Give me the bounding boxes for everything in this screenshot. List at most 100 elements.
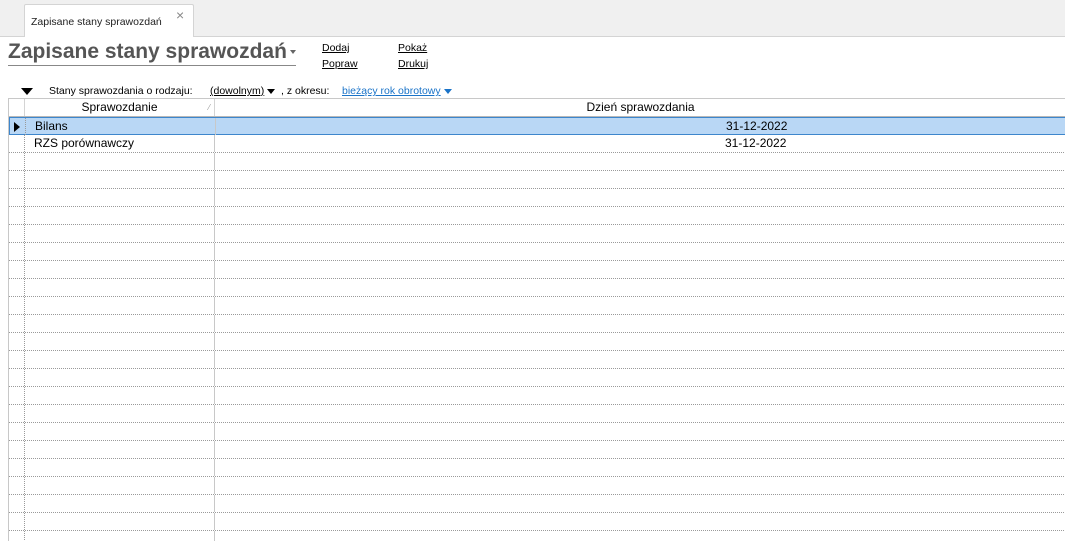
cell-dzien-sprawozdania[interactable] [215,333,1065,350]
table-row[interactable]: RZS porównawczy 31-12-2022 [9,135,1065,153]
cell-dzien-sprawozdania[interactable] [215,297,1065,314]
table-row[interactable] [9,531,1065,541]
table-row[interactable] [9,495,1065,513]
row-selector[interactable] [9,189,25,206]
cell-dzien-sprawozdania[interactable] [215,441,1065,458]
cell-sprawozdanie[interactable] [25,315,215,332]
cell-dzien-sprawozdania[interactable] [215,279,1065,296]
cell-dzien-sprawozdania[interactable] [215,225,1065,242]
edit-button[interactable]: Popraw [322,58,358,70]
cell-sprawozdanie[interactable] [25,171,215,188]
cell-dzien-sprawozdania[interactable] [215,171,1065,188]
cell-dzien-sprawozdania[interactable] [215,477,1065,494]
row-selector[interactable] [9,279,25,296]
row-selector[interactable] [9,423,25,440]
filter-period-select[interactable]: bieżący rok obrotowy [342,85,452,97]
cell-dzien-sprawozdania[interactable] [215,189,1065,206]
row-selector[interactable] [10,118,26,135]
cell-sprawozdanie[interactable]: RZS porównawczy [25,135,215,152]
cell-sprawozdanie[interactable] [25,459,215,476]
cell-dzien-sprawozdania[interactable] [215,405,1065,422]
cell-dzien-sprawozdania[interactable] [215,207,1065,224]
cell-sprawozdanie[interactable] [25,441,215,458]
cell-dzien-sprawozdania[interactable] [215,315,1065,332]
row-selector[interactable] [9,171,25,188]
collapse-toggle-icon[interactable] [21,88,33,95]
cell-dzien-sprawozdania[interactable] [215,243,1065,260]
table-row[interactable] [9,153,1065,171]
cell-dzien-sprawozdania[interactable] [215,531,1065,541]
cell-sprawozdanie[interactable] [25,531,215,541]
cell-dzien-sprawozdania[interactable] [215,369,1065,386]
reports-grid[interactable]: Sprawozdanie ⁄ Dzień sprawozdania Bilans… [8,98,1065,541]
row-selector[interactable] [9,531,25,541]
cell-sprawozdanie[interactable] [25,513,215,530]
cell-dzien-sprawozdania[interactable]: 31-12-2022 [215,135,1065,152]
table-row[interactable] [9,405,1065,423]
cell-sprawozdanie[interactable] [25,189,215,206]
show-button[interactable]: Pokaż [398,42,427,54]
cell-sprawozdanie[interactable] [25,369,215,386]
table-row[interactable] [9,441,1065,459]
cell-dzien-sprawozdania[interactable] [215,495,1065,512]
row-selector[interactable] [9,315,25,332]
column-header-dzien[interactable]: Dzień sprawozdania [215,99,1065,116]
row-selector[interactable] [9,297,25,314]
cell-dzien-sprawozdania[interactable] [215,153,1065,170]
tab-zapisane-stany[interactable]: Zapisane stany sprawozdań × [24,4,194,37]
row-selector[interactable] [9,495,25,512]
cell-sprawozdanie[interactable] [25,477,215,494]
cell-dzien-sprawozdania[interactable] [215,513,1065,530]
table-row[interactable] [9,171,1065,189]
row-selector[interactable] [9,207,25,224]
cell-sprawozdanie[interactable] [25,495,215,512]
cell-sprawozdanie[interactable] [25,153,215,170]
row-selector[interactable] [9,243,25,260]
table-row[interactable] [9,225,1065,243]
row-selector[interactable] [9,369,25,386]
row-selector[interactable] [9,405,25,422]
table-row[interactable] [9,477,1065,495]
table-row[interactable] [9,279,1065,297]
table-row[interactable] [9,387,1065,405]
add-button[interactable]: Dodaj [322,42,349,54]
cell-sprawozdanie[interactable] [25,261,215,278]
table-row[interactable] [9,369,1065,387]
table-row[interactable] [9,243,1065,261]
table-row[interactable] [9,459,1065,477]
table-row[interactable] [9,297,1065,315]
row-selector[interactable] [9,153,25,170]
cell-dzien-sprawozdania[interactable] [215,351,1065,368]
cell-dzien-sprawozdania[interactable] [215,387,1065,404]
table-row[interactable] [9,315,1065,333]
table-row[interactable] [9,513,1065,531]
cell-dzien-sprawozdania[interactable] [215,423,1065,440]
row-selector[interactable] [9,225,25,242]
row-selector[interactable] [9,477,25,494]
cell-dzien-sprawozdania[interactable] [215,261,1065,278]
table-row[interactable] [9,423,1065,441]
row-selector[interactable] [9,459,25,476]
column-header-sprawozdanie[interactable]: Sprawozdanie ⁄ [25,99,215,116]
page-title[interactable]: Zapisane stany sprawozdań [8,40,296,66]
row-selector[interactable] [9,441,25,458]
cell-sprawozdanie[interactable] [25,351,215,368]
close-icon[interactable]: × [176,7,184,23]
cell-sprawozdanie[interactable] [25,225,215,242]
row-selector[interactable] [9,261,25,278]
row-selector[interactable] [9,351,25,368]
cell-dzien-sprawozdania[interactable]: 31-12-2022 [216,118,1065,135]
print-button[interactable]: Drukuj [398,58,428,70]
table-row[interactable] [9,189,1065,207]
cell-sprawozdanie[interactable] [25,423,215,440]
table-row[interactable] [9,351,1065,369]
cell-sprawozdanie[interactable] [25,387,215,404]
cell-sprawozdanie[interactable] [25,243,215,260]
table-row[interactable]: Bilans 31-12-2022 [9,117,1065,135]
cell-sprawozdanie[interactable] [25,405,215,422]
row-selector[interactable] [9,387,25,404]
cell-sprawozdanie[interactable] [25,333,215,350]
row-selector[interactable] [9,333,25,350]
cell-sprawozdanie[interactable] [25,207,215,224]
cell-sprawozdanie[interactable]: Bilans [26,118,216,135]
